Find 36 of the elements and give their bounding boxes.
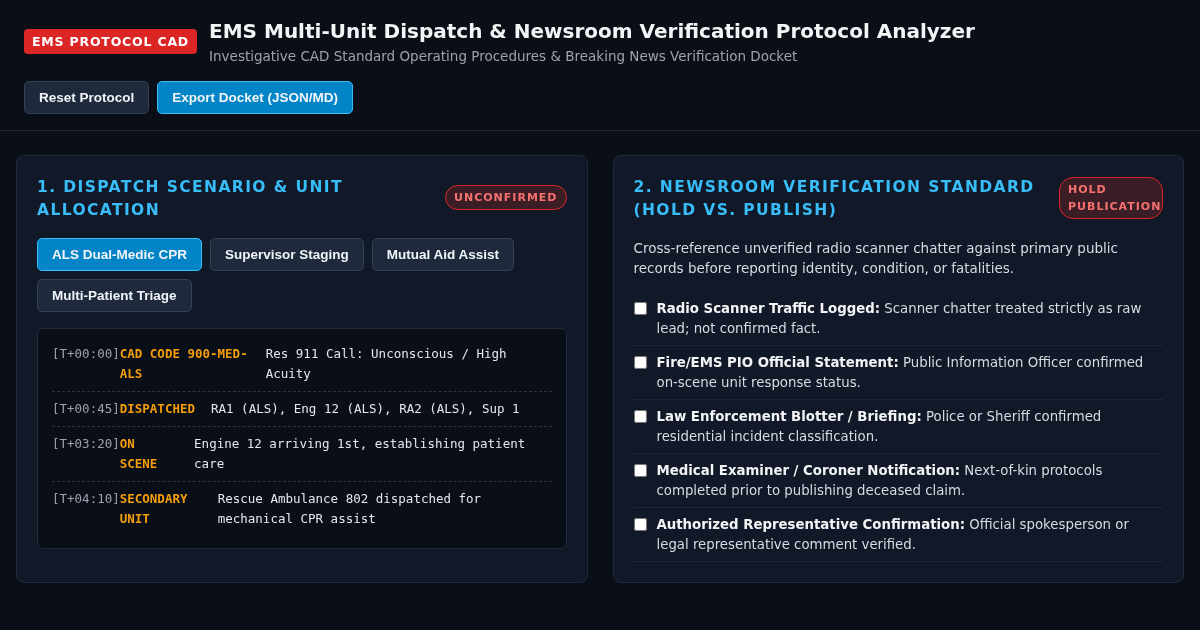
page-subtitle: Investigative CAD Standard Operating Procedures & Breaking News Verification Docket bbox=[209, 48, 799, 64]
status-pill: UNCONFIRMED bbox=[445, 185, 567, 210]
log-time: [T+04:10] bbox=[52, 490, 120, 508]
log-code: ON SCENE bbox=[119, 435, 159, 473]
section-title: 1. DISPATCH SCENARIO & UNIT ALLOCATION bbox=[37, 177, 344, 221]
log-code: DISPATCHED bbox=[119, 400, 195, 418]
checkbox[interactable] bbox=[633, 410, 647, 423]
scenario-button[interactable]: Mutual Aid Assist bbox=[371, 238, 515, 271]
section-title: 2. NEWSROOM VERIFICATION STANDARD (HOLD VS. PUBLISH) bbox=[633, 177, 1036, 221]
log-text: Res 911 Call: Unconscious / High Acuity bbox=[265, 345, 508, 383]
export-button[interactable]: Export Docket (JSON/MD) bbox=[157, 81, 354, 114]
checkbox[interactable] bbox=[633, 464, 647, 477]
intro-text: Cross-reference unverified radio scanner chatter against primary public records before reporting identity, condition, or fatalities. bbox=[633, 239, 1119, 278]
log-code: SECONDARY UNIT bbox=[119, 490, 189, 528]
check-label: Radio Scanner Traffic Logged: Scanner chatter treated strictly as raw lead; not confirmed fact. bbox=[656, 300, 1143, 338]
log-time: [T+00:45] bbox=[52, 400, 120, 418]
scenario-button[interactable]: ALS Dual-Medic CPR bbox=[37, 238, 202, 271]
page-title: EMS Multi-Unit Dispatch & Newsroom Verification Protocol Analyzer bbox=[209, 18, 975, 44]
reset-button[interactable]: Reset Protocol bbox=[24, 81, 150, 114]
checkbox[interactable] bbox=[633, 356, 647, 369]
check-label: Authorized Representative Confirmation: Official spokesperson or legal representative comment verified. bbox=[656, 516, 1130, 554]
check-label: Law Enforcement Blotter / Briefing: Police or Sheriff confirmed residential incident classification. bbox=[656, 408, 1103, 446]
scenario-button[interactable]: Supervisor Staging bbox=[210, 238, 364, 271]
log-time: [T+00:00] bbox=[52, 345, 120, 363]
log-code: CAD CODE 900-MED-ALS bbox=[119, 345, 249, 383]
log-text: RA1 (ALS), Eng 12 (ALS), RA2 (ALS), Sup 1 bbox=[211, 400, 520, 418]
log-time: [T+03:20] bbox=[52, 435, 120, 453]
check-label: Fire/EMS PIO Official Statement: Public Information Officer confirmed on-scene unit response status. bbox=[656, 354, 1145, 392]
scenario-button[interactable]: Multi-Patient Triage bbox=[37, 279, 192, 312]
check-label: Medical Examiner / Coroner Notification: Next-of-kin protocols completed prior to publishing deceased claim. bbox=[656, 462, 1104, 500]
log-text: Rescue Ambulance 802 dispatched for mechanical CPR assist bbox=[217, 490, 483, 528]
checkbox[interactable] bbox=[633, 518, 647, 531]
status-pill: HOLD PUBLICATION bbox=[1059, 177, 1163, 219]
log-text: Engine 12 arriving 1st, establishing patient care bbox=[194, 435, 527, 473]
app-badge: EMS PROTOCOL CAD bbox=[24, 29, 198, 54]
checkbox[interactable] bbox=[633, 302, 647, 315]
